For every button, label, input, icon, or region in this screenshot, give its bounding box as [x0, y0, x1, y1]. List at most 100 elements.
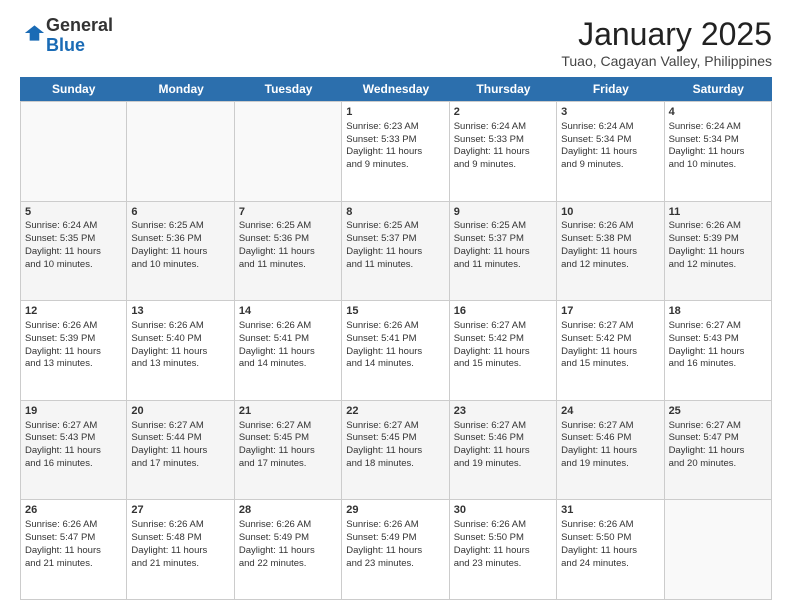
day-info-line: Sunrise: 6:26 AM — [131, 519, 229, 532]
day-info-line: Sunrise: 6:24 AM — [25, 220, 122, 233]
calendar-cell-2-6: 18Sunrise: 6:27 AMSunset: 5:43 PMDayligh… — [665, 301, 772, 400]
day-info-line: Sunset: 5:36 PM — [239, 233, 337, 246]
calendar-cell-0-6: 4Sunrise: 6:24 AMSunset: 5:34 PMDaylight… — [665, 102, 772, 201]
day-number: 19 — [25, 404, 122, 419]
day-info-line: Sunrise: 6:25 AM — [346, 220, 444, 233]
day-info-line: and 21 minutes. — [131, 558, 229, 571]
day-info-line: Daylight: 11 hours — [454, 146, 552, 159]
calendar-header: Sunday Monday Tuesday Wednesday Thursday… — [20, 77, 772, 101]
calendar-cell-4-1: 27Sunrise: 6:26 AMSunset: 5:48 PMDayligh… — [127, 500, 234, 599]
day-info-line: and 15 minutes. — [561, 358, 659, 371]
calendar-row-3: 19Sunrise: 6:27 AMSunset: 5:43 PMDayligh… — [20, 401, 772, 501]
calendar-cell-4-3: 29Sunrise: 6:26 AMSunset: 5:49 PMDayligh… — [342, 500, 449, 599]
logo-text-line2: Blue — [46, 36, 113, 56]
day-info-line: Daylight: 11 hours — [561, 346, 659, 359]
day-number: 16 — [454, 304, 552, 319]
day-info-line: and 19 minutes. — [561, 458, 659, 471]
calendar-row-2: 12Sunrise: 6:26 AMSunset: 5:39 PMDayligh… — [20, 301, 772, 401]
calendar-cell-2-5: 17Sunrise: 6:27 AMSunset: 5:42 PMDayligh… — [557, 301, 664, 400]
day-info-line: Sunrise: 6:27 AM — [669, 420, 767, 433]
day-info-line: Sunrise: 6:27 AM — [561, 420, 659, 433]
day-info-line: Sunrise: 6:25 AM — [454, 220, 552, 233]
day-info-line: Sunset: 5:43 PM — [25, 432, 122, 445]
day-info-line: Sunset: 5:33 PM — [454, 134, 552, 147]
day-info-line: Sunset: 5:37 PM — [454, 233, 552, 246]
day-number: 24 — [561, 404, 659, 419]
day-info-line: Daylight: 11 hours — [131, 445, 229, 458]
day-info-line: and 9 minutes. — [346, 159, 444, 172]
day-info-line: Sunset: 5:42 PM — [561, 333, 659, 346]
day-number: 27 — [131, 503, 229, 518]
day-info-line: Daylight: 11 hours — [346, 246, 444, 259]
day-info-line: Sunset: 5:41 PM — [346, 333, 444, 346]
day-info-line: Sunrise: 6:26 AM — [454, 519, 552, 532]
logo-icon — [22, 21, 46, 45]
day-info-line: Daylight: 11 hours — [454, 246, 552, 259]
calendar-cell-1-3: 8Sunrise: 6:25 AMSunset: 5:37 PMDaylight… — [342, 202, 449, 301]
day-info-line: and 11 minutes. — [239, 259, 337, 272]
day-info-line: Daylight: 11 hours — [239, 545, 337, 558]
day-info-line: and 22 minutes. — [239, 558, 337, 571]
weekday-monday: Monday — [127, 77, 234, 101]
day-info-line: Sunset: 5:38 PM — [561, 233, 659, 246]
calendar-cell-3-5: 24Sunrise: 6:27 AMSunset: 5:46 PMDayligh… — [557, 401, 664, 500]
day-info-line: and 17 minutes. — [131, 458, 229, 471]
calendar-cell-0-5: 3Sunrise: 6:24 AMSunset: 5:34 PMDaylight… — [557, 102, 664, 201]
day-info-line: Sunset: 5:42 PM — [454, 333, 552, 346]
day-info-line: Sunrise: 6:24 AM — [454, 121, 552, 134]
day-number: 21 — [239, 404, 337, 419]
page: General Blue January 2025 Tuao, Cagayan … — [0, 0, 792, 612]
calendar-cell-0-4: 2Sunrise: 6:24 AMSunset: 5:33 PMDaylight… — [450, 102, 557, 201]
day-info-line: Daylight: 11 hours — [669, 146, 767, 159]
day-info-line: Sunrise: 6:27 AM — [346, 420, 444, 433]
day-info-line: Daylight: 11 hours — [561, 146, 659, 159]
header: General Blue January 2025 Tuao, Cagayan … — [20, 16, 772, 69]
calendar-cell-1-2: 7Sunrise: 6:25 AMSunset: 5:36 PMDaylight… — [235, 202, 342, 301]
day-info-line: and 16 minutes. — [25, 458, 122, 471]
day-number: 29 — [346, 503, 444, 518]
day-info-line: Sunset: 5:49 PM — [346, 532, 444, 545]
day-info-line: Daylight: 11 hours — [669, 246, 767, 259]
day-info-line: Sunrise: 6:26 AM — [239, 519, 337, 532]
calendar-cell-0-1 — [127, 102, 234, 201]
day-number: 15 — [346, 304, 444, 319]
day-info-line: Daylight: 11 hours — [25, 445, 122, 458]
day-number: 30 — [454, 503, 552, 518]
day-number: 13 — [131, 304, 229, 319]
day-info-line: Sunrise: 6:26 AM — [131, 320, 229, 333]
calendar-cell-3-4: 23Sunrise: 6:27 AMSunset: 5:46 PMDayligh… — [450, 401, 557, 500]
day-number: 7 — [239, 205, 337, 220]
day-number: 11 — [669, 205, 767, 220]
day-info-line: and 9 minutes. — [561, 159, 659, 172]
day-number: 28 — [239, 503, 337, 518]
day-info-line: Sunset: 5:49 PM — [239, 532, 337, 545]
day-info-line: Daylight: 11 hours — [669, 445, 767, 458]
day-info-line: Daylight: 11 hours — [561, 445, 659, 458]
location: Tuao, Cagayan Valley, Philippines — [561, 53, 772, 69]
day-info-line: Daylight: 11 hours — [346, 346, 444, 359]
day-info-line: Sunset: 5:34 PM — [669, 134, 767, 147]
day-info-line: and 10 minutes. — [25, 259, 122, 272]
day-info-line: Daylight: 11 hours — [25, 545, 122, 558]
day-info-line: Daylight: 11 hours — [561, 246, 659, 259]
day-info-line: and 13 minutes. — [131, 358, 229, 371]
day-info-line: and 12 minutes. — [561, 259, 659, 272]
day-info-line: Sunrise: 6:26 AM — [561, 519, 659, 532]
day-number: 14 — [239, 304, 337, 319]
calendar-cell-2-2: 14Sunrise: 6:26 AMSunset: 5:41 PMDayligh… — [235, 301, 342, 400]
day-number: 2 — [454, 105, 552, 120]
calendar-cell-3-3: 22Sunrise: 6:27 AMSunset: 5:45 PMDayligh… — [342, 401, 449, 500]
day-number: 12 — [25, 304, 122, 319]
day-info-line: Sunrise: 6:27 AM — [454, 320, 552, 333]
day-info-line: Sunrise: 6:26 AM — [25, 320, 122, 333]
day-number: 18 — [669, 304, 767, 319]
day-number: 8 — [346, 205, 444, 220]
calendar-cell-4-0: 26Sunrise: 6:26 AMSunset: 5:47 PMDayligh… — [20, 500, 127, 599]
logo: General Blue — [20, 16, 113, 56]
calendar-cell-2-0: 12Sunrise: 6:26 AMSunset: 5:39 PMDayligh… — [20, 301, 127, 400]
calendar-row-1: 5Sunrise: 6:24 AMSunset: 5:35 PMDaylight… — [20, 202, 772, 302]
weekday-sunday: Sunday — [20, 77, 127, 101]
day-info-line: and 16 minutes. — [669, 358, 767, 371]
day-number: 20 — [131, 404, 229, 419]
day-info-line: and 11 minutes. — [346, 259, 444, 272]
